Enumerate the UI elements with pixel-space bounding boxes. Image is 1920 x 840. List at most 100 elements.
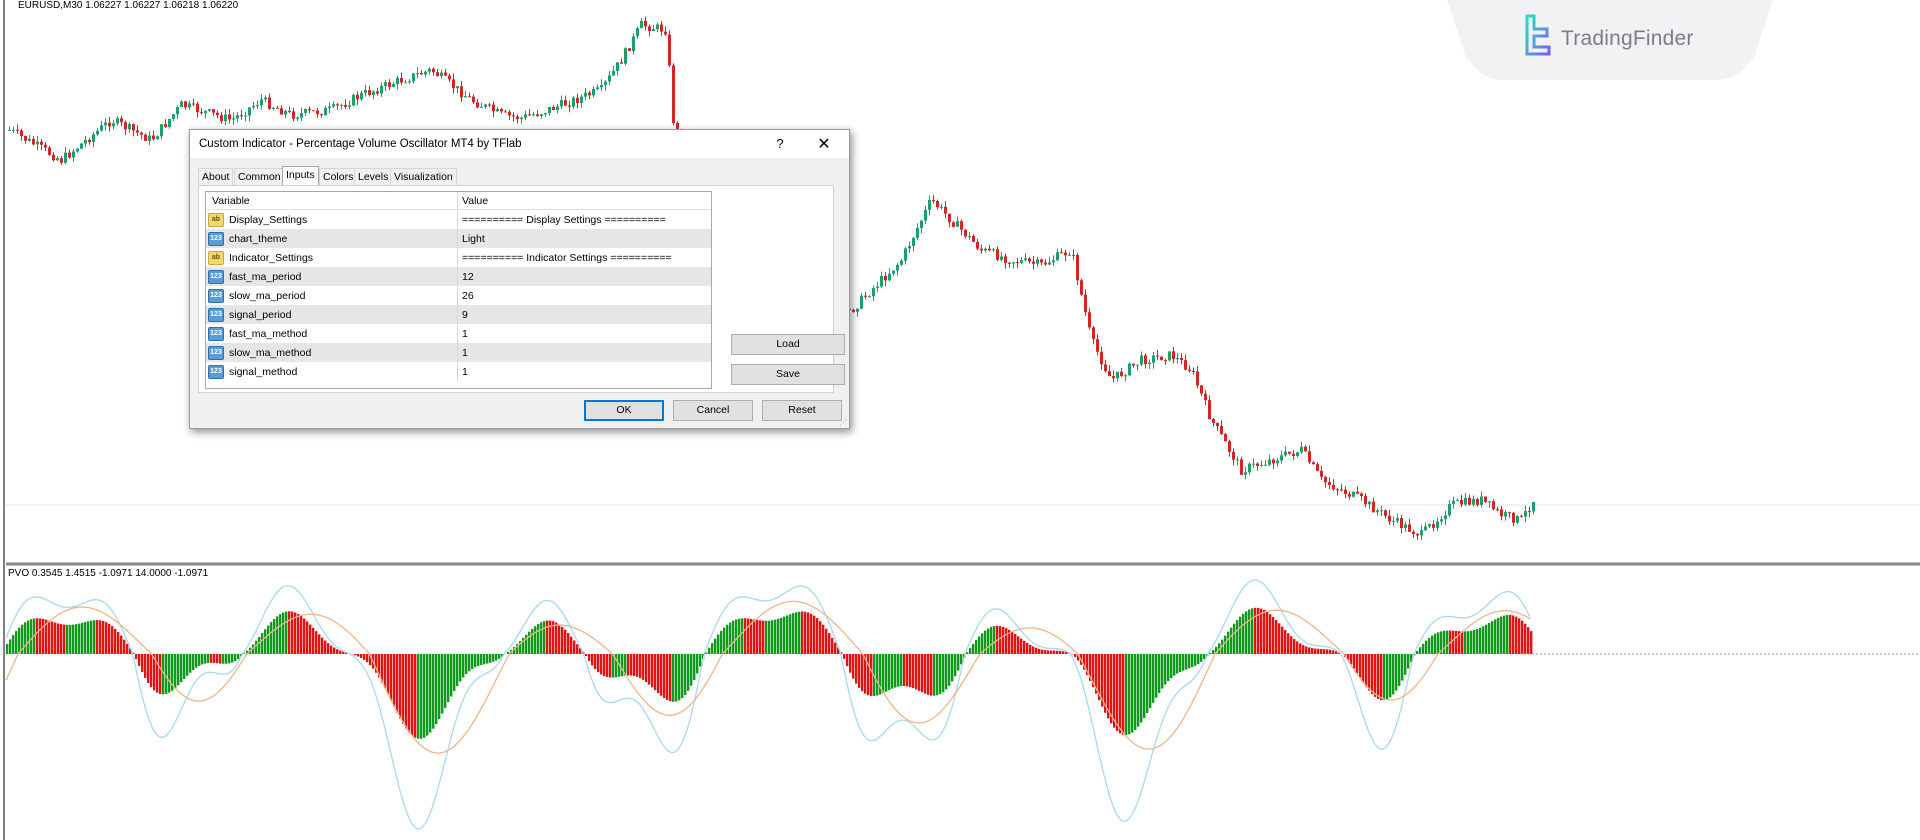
candle-body bbox=[1392, 520, 1395, 522]
save-button[interactable]: Save bbox=[731, 364, 845, 385]
pvo-histogram-bar bbox=[1491, 621, 1494, 654]
candle-body bbox=[1388, 515, 1391, 522]
candle-body bbox=[1440, 519, 1443, 522]
candle-body bbox=[1012, 262, 1015, 264]
pvo-histogram-bar bbox=[483, 654, 486, 665]
close-button[interactable]: ✕ bbox=[815, 134, 833, 154]
ok-button[interactable]: OK bbox=[584, 400, 664, 421]
candle-body bbox=[1320, 470, 1323, 477]
pvo-histogram-bar bbox=[915, 654, 918, 690]
pvo-histogram-bar bbox=[1455, 630, 1458, 654]
candle-body bbox=[1524, 511, 1527, 517]
candle-body bbox=[132, 124, 135, 131]
table-row[interactable]: 123 signal_period 9 bbox=[206, 305, 711, 324]
pvo-histogram-bar bbox=[1281, 626, 1284, 654]
row-value[interactable]: ========== Indicator Settings ========== bbox=[462, 252, 672, 264]
row-value[interactable]: ========== Display Settings ========== bbox=[462, 214, 666, 226]
column-header-value[interactable]: Value bbox=[462, 195, 488, 207]
pvo-histogram-bar bbox=[699, 654, 702, 667]
table-row[interactable]: 123 fast_ma_period 12 bbox=[206, 267, 711, 286]
table-row[interactable]: ab Indicator_Settings ========== Indicat… bbox=[206, 248, 711, 267]
tab-colors[interactable]: Colors bbox=[319, 168, 358, 185]
pvo-histogram-bar bbox=[477, 654, 480, 667]
row-value[interactable]: 26 bbox=[462, 290, 474, 302]
tab-common[interactable]: Common bbox=[234, 168, 285, 185]
pvo-histogram-bar bbox=[1146, 654, 1149, 714]
pvo-histogram-bar bbox=[555, 622, 558, 654]
pvo-histogram-bar bbox=[693, 654, 696, 680]
pvo-histogram-bar bbox=[1050, 650, 1053, 654]
pvo-histogram-bar bbox=[1029, 644, 1032, 654]
pvo-histogram-bar bbox=[657, 654, 660, 694]
candle-body bbox=[1340, 489, 1343, 491]
help-button[interactable]: ? bbox=[773, 136, 787, 151]
row-value[interactable]: 1 bbox=[462, 366, 468, 378]
pvo-histogram-bar bbox=[1026, 642, 1029, 654]
table-row[interactable]: 123 chart_theme Light bbox=[206, 229, 711, 248]
candle-body bbox=[1176, 358, 1179, 360]
pvo-histogram-bar bbox=[312, 627, 315, 654]
tab-visualization[interactable]: Visualization bbox=[390, 168, 457, 185]
table-row[interactable]: 123 signal_method 1 bbox=[206, 362, 711, 381]
resize-grip-icon[interactable]: ⋰ bbox=[839, 418, 847, 427]
candle-body bbox=[1420, 530, 1423, 536]
load-button[interactable]: Load bbox=[731, 334, 845, 355]
pvo-histogram-bar bbox=[69, 624, 72, 654]
candle-body bbox=[932, 199, 935, 202]
pvo-histogram-bar bbox=[1191, 654, 1194, 668]
pvo-histogram-bar bbox=[672, 654, 675, 702]
row-value[interactable]: 1 bbox=[462, 328, 468, 340]
table-row[interactable]: 123 slow_ma_method 1 bbox=[206, 343, 711, 362]
pvo-histogram-bar bbox=[99, 620, 102, 654]
pvo-histogram-bar bbox=[309, 624, 312, 654]
table-row[interactable]: 123 slow_ma_period 26 bbox=[206, 286, 711, 305]
tab-about[interactable]: About bbox=[198, 168, 234, 185]
pvo-histogram-bar bbox=[1311, 648, 1314, 654]
candle-body bbox=[924, 209, 927, 221]
row-value[interactable]: 9 bbox=[462, 309, 468, 321]
candle-body bbox=[1456, 500, 1459, 502]
logo-text: TradingFinder bbox=[1561, 27, 1694, 50]
table-row[interactable]: ab Display_Settings ========== Display S… bbox=[206, 210, 711, 229]
pvo-histogram-bar bbox=[666, 654, 669, 700]
candle-body bbox=[656, 24, 659, 30]
pvo-histogram-bar bbox=[936, 654, 939, 696]
table-row[interactable]: 123 fast_ma_method 1 bbox=[206, 324, 711, 343]
candle-body bbox=[476, 102, 479, 108]
pvo-histogram-bar bbox=[444, 654, 447, 708]
candle-body bbox=[196, 103, 199, 113]
pvo-histogram-bar bbox=[642, 654, 645, 680]
candle-body bbox=[560, 100, 563, 107]
tab-levels[interactable]: Levels bbox=[354, 168, 393, 185]
candle-body bbox=[16, 129, 19, 131]
pvo-histogram-bar bbox=[15, 631, 18, 654]
candle-body bbox=[228, 114, 231, 120]
column-header-variable[interactable]: Variable bbox=[212, 195, 250, 207]
pvo-histogram-bar bbox=[72, 624, 75, 654]
number-type-icon: 123 bbox=[208, 365, 224, 379]
pvo-histogram-bar bbox=[144, 654, 147, 678]
row-variable: signal_period bbox=[229, 309, 292, 321]
dialog-title-bar[interactable]: Custom Indicator - Percentage Volume Osc… bbox=[190, 130, 849, 158]
pvo-histogram-bar bbox=[822, 624, 825, 654]
candle-body bbox=[1104, 364, 1107, 372]
row-value[interactable]: 1 bbox=[462, 347, 468, 359]
candle-body bbox=[1292, 453, 1295, 456]
candle-body bbox=[1296, 452, 1299, 456]
pvo-histogram-bar bbox=[183, 654, 186, 679]
row-value[interactable]: Light bbox=[462, 233, 485, 245]
pvo-histogram-bar bbox=[1230, 627, 1233, 654]
candle-body bbox=[908, 246, 911, 249]
cancel-button[interactable]: Cancel bbox=[673, 400, 753, 421]
row-value[interactable]: 12 bbox=[462, 271, 474, 283]
pvo-histogram-bar bbox=[1158, 654, 1161, 693]
reset-button[interactable]: Reset bbox=[762, 400, 842, 421]
pvo-histogram-bar bbox=[891, 654, 894, 689]
pvo-histogram-bar bbox=[285, 611, 288, 654]
candle-body bbox=[432, 68, 435, 73]
pvo-histogram-bar bbox=[1062, 651, 1065, 654]
candle-body bbox=[532, 114, 535, 116]
pvo-histogram-bar bbox=[294, 612, 297, 654]
tab-inputs[interactable]: Inputs bbox=[282, 166, 319, 185]
candle-body bbox=[1200, 385, 1203, 394]
